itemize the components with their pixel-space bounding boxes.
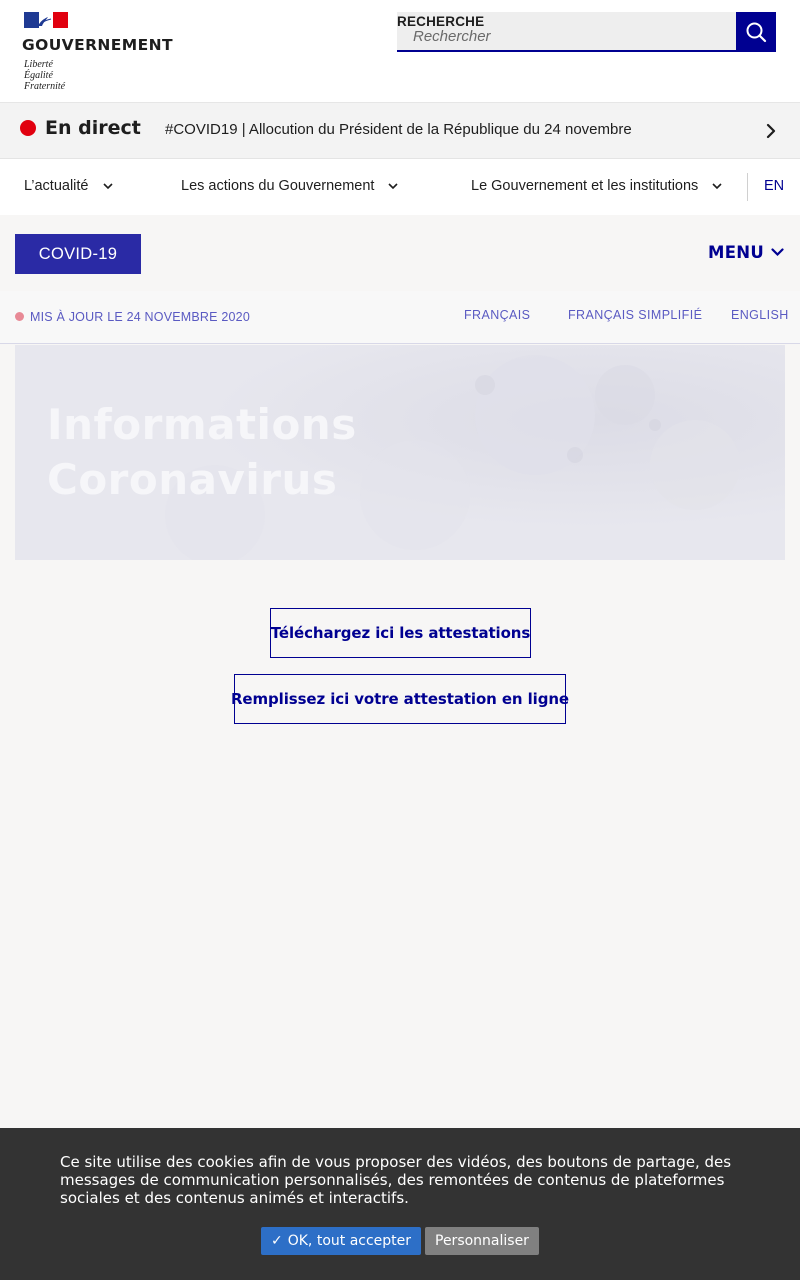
search-button[interactable] xyxy=(736,12,776,52)
customize-cookies-button[interactable]: Personnaliser xyxy=(425,1227,539,1255)
cookie-message: Ce site utilise des cookies afin de vous… xyxy=(60,1153,732,1207)
chevron-down-icon xyxy=(712,182,722,189)
gov-title: GOUVERNEMENT xyxy=(22,36,173,54)
update-date: MIS À JOUR LE 24 NOVEMBRE 2020 xyxy=(30,310,250,324)
chevron-down-icon xyxy=(388,182,399,189)
cookie-banner: Ce site utilise des cookies afin de vous… xyxy=(0,1128,800,1280)
site-header: GOUVERNEMENT Liberté Égalité Fraternité … xyxy=(0,0,800,103)
menu-button[interactable]: MENU xyxy=(708,243,784,262)
nav-item-label: L’actualité xyxy=(24,178,89,194)
nav-item-label: Les actions du Gouvernement xyxy=(181,178,375,194)
language-switch-en[interactable]: EN xyxy=(764,178,784,194)
download-attestations-button[interactable]: Téléchargez ici les attestations xyxy=(270,608,531,658)
update-language-bar: MIS À JOUR LE 24 NOVEMBRE 2020 FRANÇAIS … xyxy=(0,291,800,344)
live-headline-link[interactable]: #COVID19 | Allocution du Président de la… xyxy=(165,121,632,138)
accept-all-cookies-button[interactable]: ✓ OK, tout accepter xyxy=(261,1227,422,1255)
nav-item-actions-gouvernement[interactable]: Les actions du Gouvernement xyxy=(181,178,399,194)
menu-label: MENU xyxy=(708,243,765,262)
hero-banner: Informations Coronavirus xyxy=(15,345,785,560)
chevron-down-icon xyxy=(771,248,784,257)
online-attestation-button[interactable]: Remplissez ici votre attestation en lign… xyxy=(231,674,569,724)
language-francais-simplifie[interactable]: FRANÇAIS SIMPLIFIÉ xyxy=(568,308,702,322)
nav-item-gouvernement-institutions[interactable]: Le Gouvernement et les institutions xyxy=(471,178,722,194)
covid-section-bar: COVID-19 MENU xyxy=(0,215,800,291)
live-label: En direct xyxy=(45,117,141,139)
main-navigation: L’actualité Les actions du Gouvernement … xyxy=(0,159,800,215)
language-francais[interactable]: FRANÇAIS xyxy=(464,308,530,322)
search-label: RECHERCHE xyxy=(397,14,485,29)
accept-label: OK, tout accepter xyxy=(287,1233,412,1249)
update-dot xyxy=(15,312,24,321)
gouvernement-logo[interactable]: GOUVERNEMENT Liberté Égalité Fraternité xyxy=(22,12,182,97)
live-news-bar[interactable]: En direct #COVID19 | Allocution du Prési… xyxy=(0,103,800,159)
nav-item-actualite[interactable]: L’actualité xyxy=(24,178,113,194)
language-english[interactable]: ENGLISH xyxy=(731,308,789,322)
nav-item-label: Le Gouvernement et les institutions xyxy=(471,178,699,194)
hero-title: Informations Coronavirus xyxy=(47,400,357,504)
republic-motto: Liberté Égalité Fraternité xyxy=(24,59,66,92)
marianne-icon xyxy=(38,17,52,26)
search-icon xyxy=(746,22,767,43)
chevron-right-icon[interactable] xyxy=(764,122,778,140)
covid-19-tag-button[interactable]: COVID-19 xyxy=(15,234,141,274)
check-icon: ✓ xyxy=(271,1233,283,1249)
chevron-down-icon xyxy=(102,182,113,189)
nav-divider xyxy=(747,173,748,201)
live-indicator-dot xyxy=(20,120,36,136)
